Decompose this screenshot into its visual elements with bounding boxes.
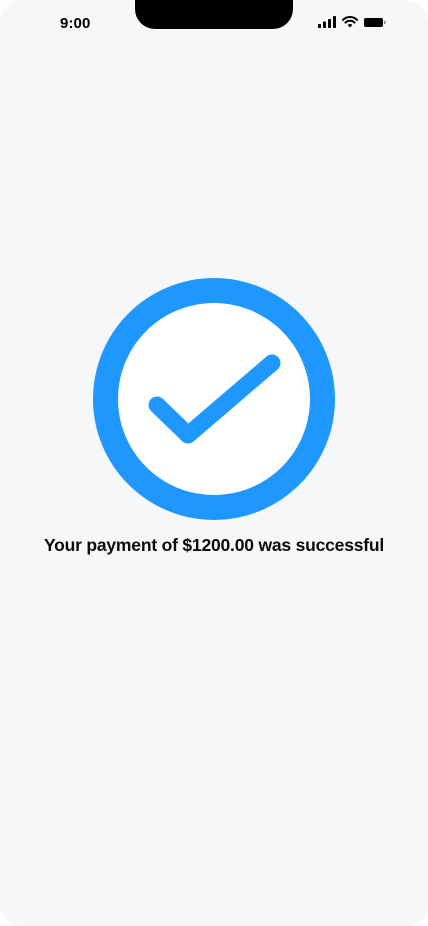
- device-notch: [135, 0, 293, 29]
- battery-icon: [364, 17, 386, 28]
- success-message: Your payment of $1200.00 was successful: [43, 535, 385, 555]
- wifi-icon: [342, 16, 358, 28]
- signal-icon: [318, 16, 336, 28]
- status-icons: [318, 16, 386, 28]
- status-bar: 9:00: [0, 0, 428, 46]
- check-circle-icon: [93, 278, 335, 520]
- payment-success-screen: 9:00 Your payment of $1200.00 was succes…: [0, 0, 428, 926]
- status-time: 9:00: [60, 15, 91, 32]
